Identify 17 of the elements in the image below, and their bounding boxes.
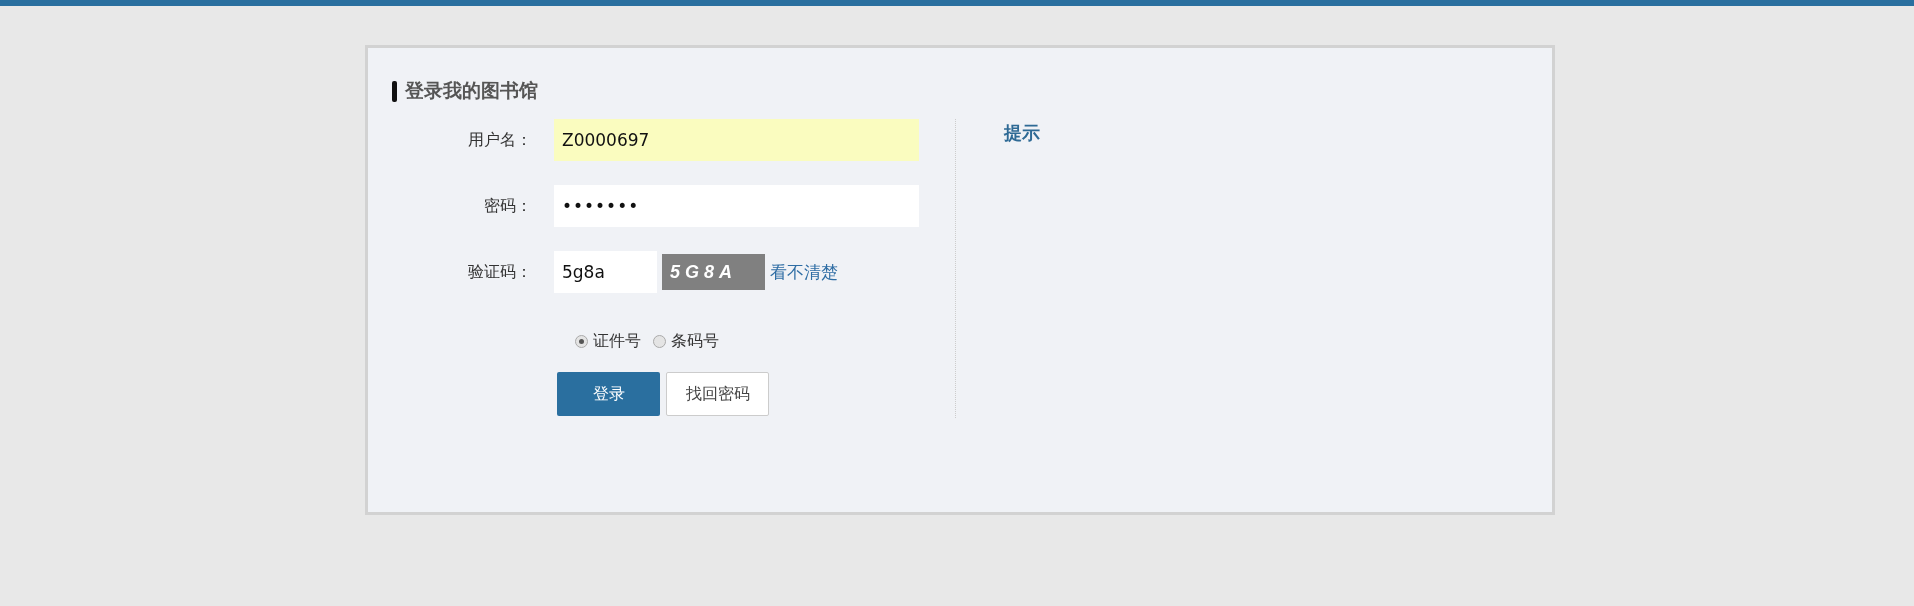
radio-button[interactable] [653,334,666,348]
radio-label[interactable]: 证件号 [593,330,641,352]
login-button[interactable]: 登录 [557,372,660,416]
panel-title: 登录我的图书馆 [405,78,538,103]
input-field[interactable]: Z0000697 [554,119,919,161]
refresh-captcha-link[interactable]: 看不清楚 [770,260,838,284]
field-label: 验证码： [467,261,532,283]
recover-password-button[interactable]: 找回密码 [666,372,769,416]
field-label: 用户名： [467,129,532,151]
title-marker-icon [392,80,397,102]
input-field[interactable]: ••••••• [554,185,919,227]
field-label: 密码： [483,195,532,217]
radio-button[interactable] [575,334,588,348]
input-field[interactable]: 5g8a [554,251,657,293]
hint-title: 提示 [1004,121,1040,145]
radio-label[interactable]: 条码号 [671,330,719,352]
captcha-image[interactable]: 5G8A [662,254,765,290]
